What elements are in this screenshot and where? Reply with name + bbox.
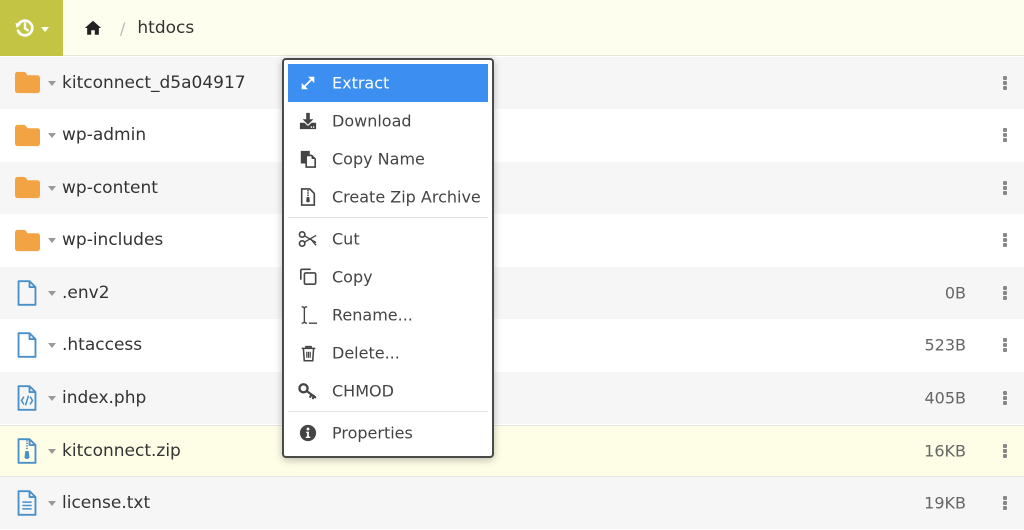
- context-menu: Extract Download Copy Name Create Zip Archi…: [282, 58, 494, 458]
- file-size: 16KB: [924, 441, 966, 461]
- file-name[interactable]: kitconnect.zip: [62, 441, 181, 461]
- file-name[interactable]: license.txt: [62, 493, 150, 513]
- file-name[interactable]: wp-admin: [62, 125, 146, 145]
- menu-item-label: Copy: [332, 267, 373, 287]
- copy-name-icon: [298, 149, 318, 169]
- folder-icon: [12, 68, 42, 98]
- file-name[interactable]: wp-includes: [62, 230, 163, 250]
- menu-item-extract[interactable]: Extract: [288, 64, 488, 102]
- expand-arrows-icon: [298, 73, 318, 93]
- file-name[interactable]: kitconnect_d5a04917: [62, 73, 246, 93]
- menu-item-label: Cut: [332, 229, 360, 249]
- more-options-icon[interactable]: [1001, 231, 1009, 249]
- menu-item-label: Properties: [332, 423, 413, 443]
- history-icon: [15, 19, 34, 37]
- file-name[interactable]: wp-content: [62, 178, 158, 198]
- file-row[interactable]: kitconnect.zip 16KB: [0, 424, 1024, 477]
- caret-down-icon[interactable]: [48, 395, 56, 401]
- file-list: kitconnect_d5a04917 wp-admin wp-content wp-…: [0, 57, 1024, 530]
- file-size: 0B: [944, 283, 966, 303]
- more-options-icon[interactable]: [1001, 74, 1009, 92]
- menu-item-label: Extract: [332, 73, 390, 93]
- menu-item-label: Create Zip Archive: [332, 187, 481, 207]
- file-size: 19KB: [924, 493, 966, 513]
- copy-icon: [298, 267, 318, 287]
- breadcrumb-current-folder[interactable]: htdocs: [137, 18, 194, 38]
- menu-item-label: CHMOD: [332, 381, 394, 401]
- file-row[interactable]: wp-admin: [0, 109, 1024, 162]
- file-row[interactable]: .env2 0B: [0, 267, 1024, 320]
- menu-item-copy-name[interactable]: Copy Name: [288, 140, 488, 178]
- download-icon: [298, 111, 318, 131]
- menu-item-properties[interactable]: Properties: [288, 414, 488, 452]
- folder-icon: [12, 173, 42, 203]
- menu-item-cut[interactable]: Cut: [288, 220, 488, 258]
- menu-item-delete[interactable]: Delete...: [288, 334, 488, 372]
- menu-item-chmod[interactable]: CHMOD: [288, 372, 488, 410]
- file-name[interactable]: .htaccess: [62, 335, 142, 355]
- file-row[interactable]: wp-includes: [0, 214, 1024, 267]
- home-icon[interactable]: [84, 19, 102, 37]
- file-row[interactable]: wp-content: [0, 162, 1024, 215]
- rename-cursor-icon: [298, 305, 318, 325]
- scissors-icon: [298, 229, 318, 249]
- text-file-icon: [12, 488, 42, 518]
- caret-down-icon[interactable]: [48, 133, 56, 139]
- caret-down-icon[interactable]: [48, 343, 56, 349]
- more-options-icon[interactable]: [1001, 336, 1009, 354]
- chevron-down-icon: [41, 26, 49, 32]
- caret-down-icon[interactable]: [48, 80, 56, 86]
- code-file-icon: [12, 383, 42, 413]
- file-row[interactable]: index.php 405B: [0, 372, 1024, 425]
- file-row[interactable]: kitconnect_d5a04917: [0, 57, 1024, 110]
- menu-divider: [288, 411, 488, 412]
- menu-item-download[interactable]: Download: [288, 102, 488, 140]
- folder-icon: [12, 120, 42, 150]
- more-options-icon[interactable]: [1001, 442, 1009, 460]
- menu-item-create-zip-archive[interactable]: Create Zip Archive: [288, 178, 488, 216]
- menu-item-rename[interactable]: Rename...: [288, 296, 488, 334]
- key-icon: [298, 381, 318, 401]
- menu-item-label: Download: [332, 111, 412, 131]
- header-bar: / htdocs: [0, 0, 1024, 56]
- caret-down-icon[interactable]: [48, 290, 56, 296]
- caret-down-icon[interactable]: [48, 448, 56, 454]
- breadcrumb-separator: /: [120, 18, 126, 38]
- file-icon: [12, 278, 42, 308]
- file-icon: [12, 330, 42, 360]
- file-size: 523B: [924, 335, 966, 355]
- more-options-icon[interactable]: [1001, 494, 1009, 512]
- more-options-icon[interactable]: [1001, 284, 1009, 302]
- caret-down-icon[interactable]: [48, 500, 56, 506]
- zip-file-icon: [12, 436, 42, 466]
- menu-item-copy[interactable]: Copy: [288, 258, 488, 296]
- zip-archive-icon: [298, 187, 318, 207]
- breadcrumb: / htdocs: [84, 0, 194, 56]
- trash-icon: [298, 343, 318, 363]
- file-size: 405B: [924, 388, 966, 408]
- more-options-icon[interactable]: [1001, 179, 1009, 197]
- folder-icon: [12, 225, 42, 255]
- history-dropdown-button[interactable]: [0, 0, 63, 56]
- menu-item-label: Copy Name: [332, 149, 425, 169]
- info-icon: [298, 423, 318, 443]
- file-row[interactable]: license.txt 19KB: [0, 477, 1024, 530]
- more-options-icon[interactable]: [1001, 389, 1009, 407]
- caret-down-icon[interactable]: [48, 185, 56, 191]
- caret-down-icon[interactable]: [48, 238, 56, 244]
- file-name[interactable]: .env2: [62, 283, 110, 303]
- file-row[interactable]: .htaccess 523B: [0, 319, 1024, 372]
- menu-item-label: Rename...: [332, 305, 413, 325]
- menu-divider: [288, 217, 488, 218]
- menu-item-label: Delete...: [332, 343, 400, 363]
- more-options-icon[interactable]: [1001, 126, 1009, 144]
- file-name[interactable]: index.php: [62, 388, 146, 408]
